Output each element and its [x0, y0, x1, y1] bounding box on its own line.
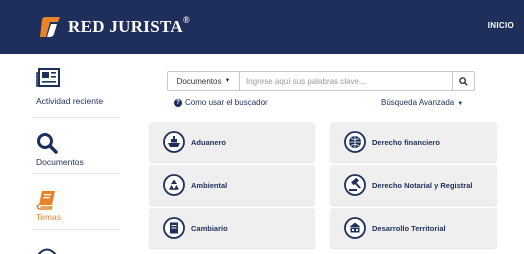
registered-mark: ®: [182, 15, 190, 25]
sidebar-item-label: Actividad reciente: [36, 96, 104, 106]
category-card-ambiental[interactable]: Ambiental: [149, 165, 315, 205]
sidebar-item-actividad-reciente[interactable]: Actividad reciente: [32, 62, 120, 118]
search-type-dropdown[interactable]: Documentos ▼: [168, 72, 240, 90]
category-card-derecho-financiero[interactable]: Derecho financiero: [330, 122, 497, 162]
brand-logo[interactable]: RED JURISTA®: [38, 14, 190, 40]
sidebar-item-partial-icon: [37, 248, 57, 254]
red-jurista-logo-icon: [40, 17, 60, 37]
newspaper-icon: [36, 68, 60, 87]
search-help-label: Como usar el buscador: [185, 98, 268, 107]
search-type-label: Documentos: [176, 76, 222, 86]
category-card-desarrollo-territorial[interactable]: Desarrollo Territorial: [330, 208, 497, 248]
search-bar: Documentos ▼: [167, 71, 475, 91]
search-input[interactable]: [240, 72, 452, 90]
nav-inicio-link[interactable]: INICIO: [488, 21, 514, 30]
search-help-link[interactable]: ? Como usar el buscador: [174, 98, 268, 107]
sidebar: Actividad reciente Documentos Temas: [32, 62, 120, 230]
category-label: Ambiental: [191, 180, 228, 190]
advanced-search-label: Búsqueda Avanzada: [381, 98, 455, 107]
search-icon: [459, 76, 468, 86]
gavel-icon: [344, 174, 366, 196]
category-label: Aduanero: [191, 137, 227, 147]
globe-icon: [344, 131, 366, 153]
ship-icon: [163, 131, 185, 153]
category-label: Cambiario: [191, 223, 228, 233]
category-card-aduanero[interactable]: Aduanero: [149, 122, 315, 162]
question-circle-icon: ?: [174, 98, 182, 107]
sidebar-item-label: Documentos: [36, 157, 84, 167]
top-navbar: RED JURISTA® INICIO: [0, 0, 524, 54]
brand-name: RED JURISTA: [68, 17, 183, 36]
category-label: Derecho Notarial y Registral: [372, 180, 473, 190]
search-button[interactable]: [452, 72, 474, 90]
category-card-cambiario[interactable]: Cambiario: [149, 208, 315, 248]
search-icon: [37, 133, 58, 154]
sidebar-item-label: Temas: [36, 212, 62, 222]
building-icon: [344, 217, 366, 239]
sidebar-item-documentos[interactable]: Documentos: [32, 118, 120, 174]
sidebar-item-temas[interactable]: Temas: [32, 174, 120, 230]
category-label: Derecho financiero: [372, 137, 440, 147]
category-card-derecho-notarial[interactable]: Derecho Notarial y Registral: [330, 165, 497, 205]
advanced-search-link[interactable]: Búsqueda Avanzada ▼: [381, 98, 463, 107]
document-icon: [163, 217, 185, 239]
caret-down-icon: ▼: [224, 78, 231, 84]
category-label: Desarrollo Territorial: [372, 223, 446, 233]
caret-down-icon: ▼: [457, 101, 464, 107]
recycle-icon: [163, 174, 185, 196]
book-icon: [36, 191, 55, 210]
